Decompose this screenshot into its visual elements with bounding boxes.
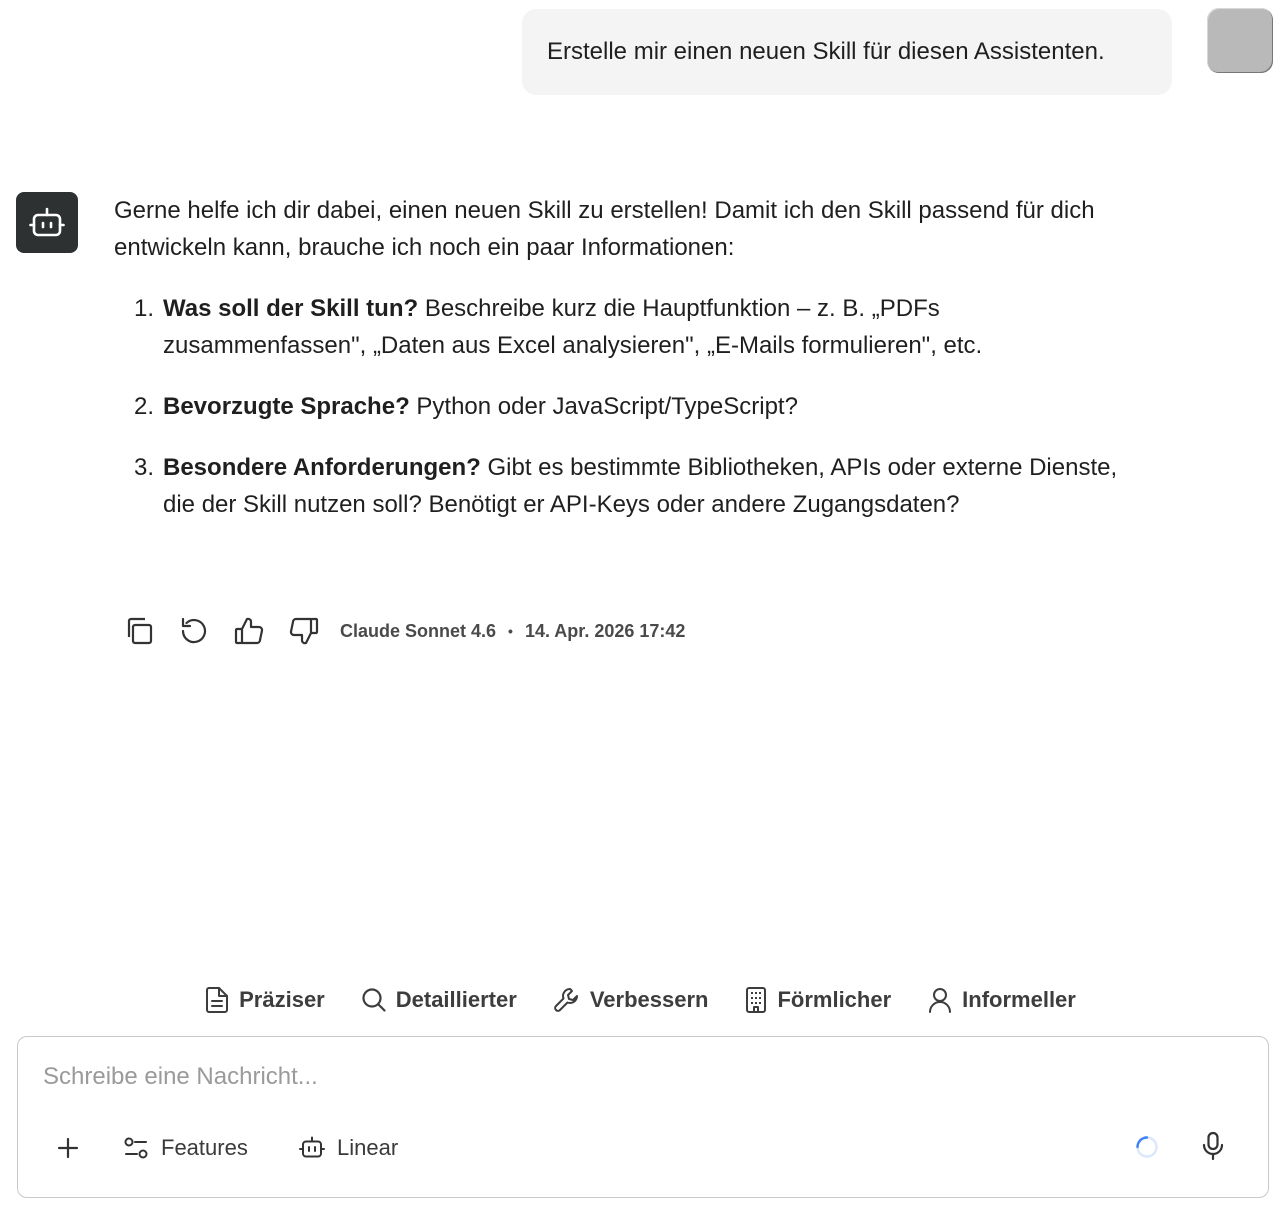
user-icon — [929, 988, 952, 1013]
assistant-intro: Gerne helfe ich dir dabei, einen neuen S… — [114, 197, 1095, 261]
regenerate-icon — [181, 617, 207, 644]
message-timestamp: 14. Apr. 2026 17:42 — [524, 620, 686, 641]
thumbs-down-icon — [289, 617, 319, 645]
wrench-icon — [554, 988, 578, 1012]
assistant-message: Gerne helfe ich dir dabei, einen neuen S… — [114, 192, 1144, 547]
list-item-title: Was soll der Skill tun? — [163, 295, 419, 322]
list-item: 3. Besondere Anforderungen? Gibt es best… — [134, 454, 1118, 518]
chip-label: Detaillierter — [395, 987, 517, 1012]
thumbs-down-button[interactable] — [285, 612, 323, 650]
loading-spinner-icon — [1136, 1136, 1158, 1158]
list-item: 1. Was soll der Skill tun? Beschreibe ku… — [134, 295, 983, 359]
robot-icon — [299, 1136, 325, 1158]
list-item-title: Bevorzugte Sprache? — [163, 393, 410, 420]
copy-button[interactable] — [120, 612, 158, 650]
quick-action-praeziser[interactable]: Präziser — [204, 986, 325, 1014]
meta-separator: • — [508, 623, 513, 639]
message-meta: Claude Sonnet 4.6 • 14. Apr. 2026 17:42 — [340, 621, 685, 642]
question-list: 1. Was soll der Skill tun? Beschreibe ku… — [114, 290, 1144, 523]
sliders-icon — [124, 1137, 148, 1159]
list-item-title: Besondere Anforderungen? — [163, 454, 481, 481]
thumbs-up-icon — [234, 617, 264, 645]
chip-label: Präziser — [239, 987, 325, 1012]
building-icon — [746, 987, 767, 1013]
message-actions: Claude Sonnet 4.6 • 14. Apr. 2026 17:42 — [120, 612, 685, 650]
chat-page: Erstelle mir einen neuen Skill für diese… — [0, 0, 1280, 1222]
plus-icon — [57, 1137, 79, 1159]
microphone-icon — [1202, 1131, 1224, 1161]
search-icon — [362, 988, 386, 1012]
quick-action-informeller[interactable]: Informeller — [927, 986, 1076, 1014]
features-button[interactable]: Features — [123, 1129, 248, 1167]
linear-label: Linear — [337, 1135, 399, 1160]
copy-icon — [127, 617, 153, 645]
message-composer: Features Linear — [17, 1036, 1269, 1198]
chip-label: Verbessern — [589, 987, 709, 1012]
regenerate-button[interactable] — [175, 612, 213, 650]
document-icon — [206, 987, 229, 1013]
robot-icon — [29, 207, 65, 236]
assistant-avatar — [16, 192, 78, 253]
list-item: 2. Bevorzugte Sprache? Python oder JavaS… — [134, 393, 798, 420]
list-item-text: Python oder JavaScript/TypeScript? — [409, 393, 798, 420]
chip-label: Informeller — [962, 987, 1076, 1012]
linear-button[interactable]: Linear — [299, 1129, 398, 1167]
features-label: Features — [161, 1135, 248, 1160]
chip-label: Förmlicher — [777, 987, 892, 1012]
quick-action-foermlicher[interactable]: Förmlicher — [744, 986, 891, 1014]
thumbs-up-button[interactable] — [230, 612, 268, 650]
user-avatar — [1207, 8, 1273, 73]
quick-action-detaillierter[interactable]: Detaillierter — [361, 987, 517, 1013]
user-message-text: Erstelle mir einen neuen Skill für diese… — [547, 38, 1105, 65]
message-input[interactable] — [43, 1063, 1043, 1091]
microphone-button[interactable] — [1200, 1130, 1226, 1167]
model-name: Claude Sonnet 4.6 — [340, 620, 497, 641]
add-attachment-button[interactable] — [56, 1129, 92, 1167]
quick-actions: Präziser Detaillierter Verbessern Förmli… — [0, 980, 1280, 1020]
user-message-bubble: Erstelle mir einen neuen Skill für diese… — [522, 9, 1172, 95]
quick-action-verbessern[interactable]: Verbessern — [553, 986, 709, 1014]
